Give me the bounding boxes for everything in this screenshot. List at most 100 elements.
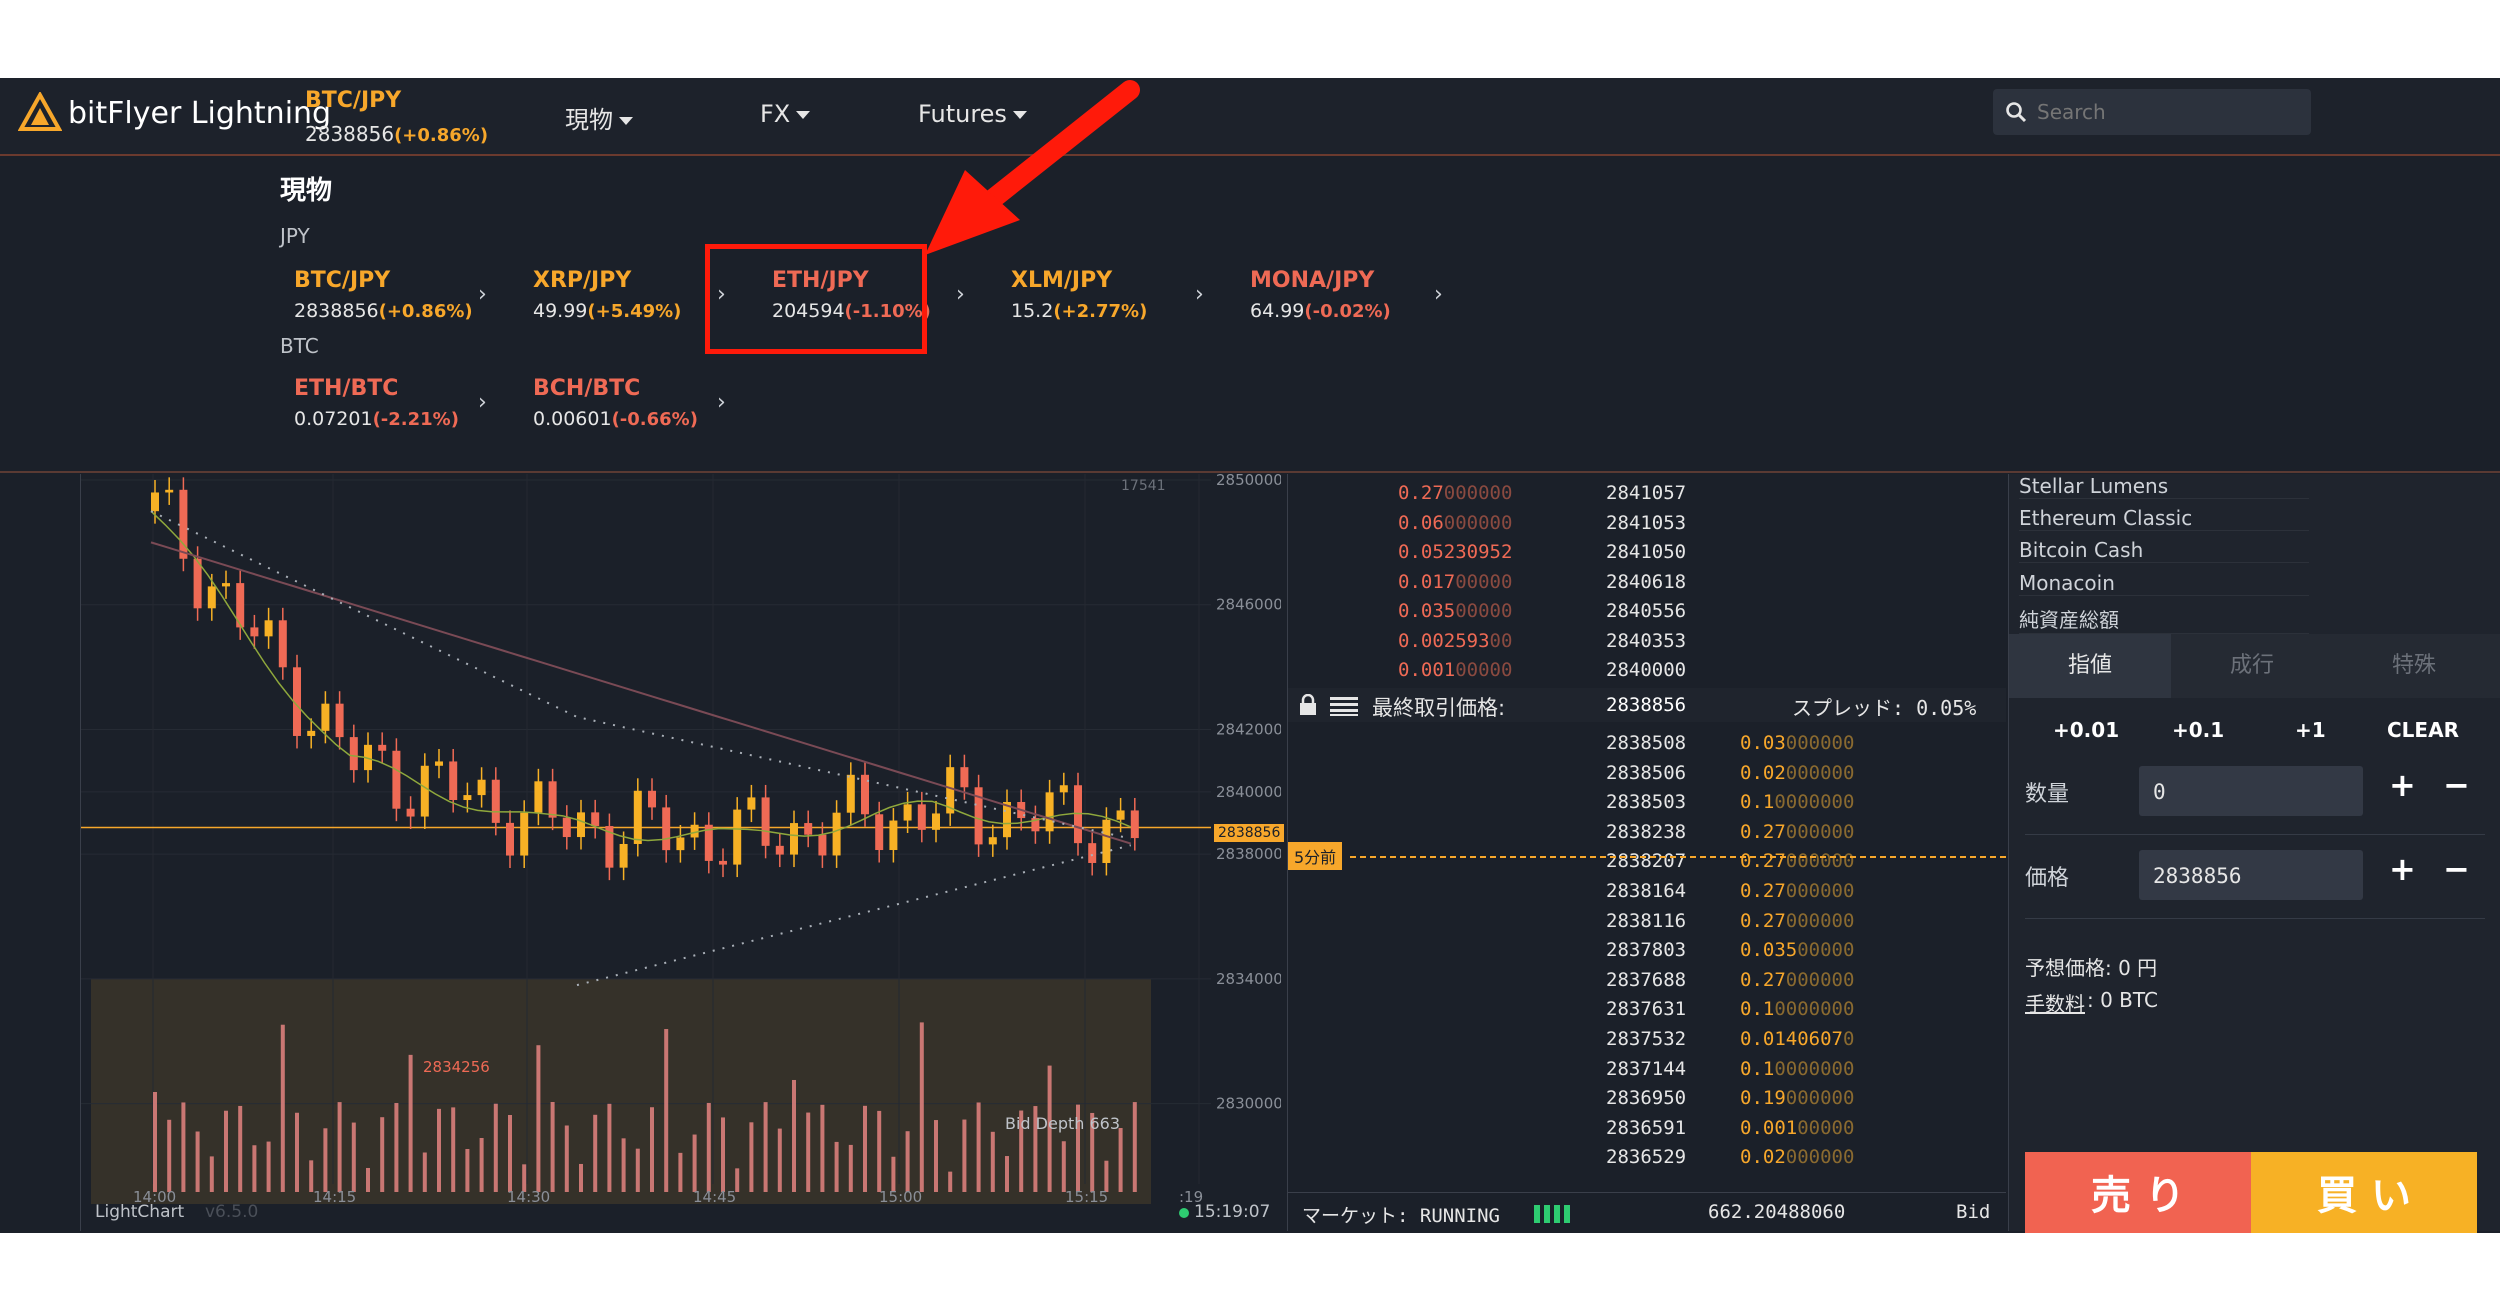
candle-body [804, 823, 813, 835]
ask-row[interactable]: 0.00259300 2840353 [1288, 630, 2006, 658]
ask-row[interactable]: 0.00100000 2840000 [1288, 659, 2006, 687]
signal-bars-icon [1534, 1205, 1570, 1223]
increment-01-button[interactable]: +0.1 [2172, 718, 2224, 742]
bitflyer-logo-icon[interactable] [18, 92, 62, 132]
candle-body [676, 837, 685, 851]
volume-bar [564, 1125, 569, 1192]
candle-body [747, 797, 756, 810]
nav-spot[interactable]: 現物 [565, 100, 633, 135]
candle-body [775, 845, 784, 855]
volume-bar [593, 1114, 598, 1192]
asset-ethereum-classic[interactable]: Ethereum Classic [2019, 506, 2309, 531]
lock-icon[interactable] [1298, 694, 1318, 716]
market-bch-btc[interactable]: BCH/BTC 0.00601(-0.66%) › [519, 370, 749, 440]
ask-price: 2841050 [1606, 541, 1687, 563]
ask-row[interactable]: 0.01700000 2840618 [1288, 571, 2006, 599]
bid-row[interactable]: 2838207 0.27000000 [1288, 850, 2006, 878]
price-plus-button[interactable]: + [2389, 850, 2416, 888]
qty-label: 数量 [2025, 782, 2070, 807]
price-chart[interactable]: 2850000 2846000 2842000 2840000 2838000 28340… [80, 471, 1285, 1231]
price-minus-button[interactable]: − [2443, 850, 2470, 888]
ask-row[interactable]: 0.03500000 2840556 [1288, 600, 2006, 628]
volume-bar [650, 1107, 654, 1192]
bid-qty: 0.03000000 [1740, 732, 1854, 754]
bid-row[interactable]: 2837688 0.27000000 [1288, 969, 2006, 997]
buy-button[interactable]: 買 い [2251, 1152, 2477, 1233]
chart-footer-name: LightChart [95, 1202, 185, 1222]
asset-monacoin[interactable]: Monacoin [2019, 571, 2309, 596]
bid-price: 2837532 [1606, 1028, 1687, 1050]
bid-row[interactable]: 2837803 0.03500000 [1288, 939, 2006, 967]
chevron-down-icon [796, 111, 811, 119]
x-tick-label: 14:15 [313, 1188, 356, 1206]
logo-text[interactable]: bitFlyer Lightning [68, 96, 331, 131]
bid-row[interactable]: 2838508 0.03000000 [1288, 732, 2006, 760]
volume-bar [792, 1079, 796, 1192]
order-book[interactable]: 0.27000000 2841057 0.06000000 2841053 0.0523… [1287, 474, 2006, 1231]
bid-row[interactable]: 2837532 0.01406070 [1288, 1028, 2006, 1056]
candle-body [591, 812, 600, 827]
bid-qty-pad: 000000 [1785, 820, 1855, 843]
qty-field[interactable] [2139, 766, 2363, 816]
tab-market[interactable]: 成行 [2171, 634, 2333, 698]
market-eth-btc[interactable]: ETH/BTC 0.07201(-2.21%) › [280, 370, 510, 440]
bid-row[interactable]: 2837144 0.10000000 [1288, 1058, 2006, 1086]
ask-row[interactable]: 0.27000000 2841057 [1288, 482, 2006, 510]
bid-row[interactable]: 2837631 0.10000000 [1288, 998, 2006, 1026]
chevron-down-icon [619, 117, 633, 125]
clear-button[interactable]: CLEAR [2387, 718, 2459, 742]
nav-fx[interactable]: FX [760, 100, 811, 128]
qty-input[interactable] [2151, 776, 2355, 808]
bid-row[interactable]: 2836591 0.00100000 [1288, 1117, 2006, 1145]
asset-bitcoin-cash[interactable]: Bitcoin Cash [2019, 538, 2309, 563]
tab-limit[interactable]: 指値 [2009, 634, 2171, 698]
tab-special[interactable]: 特殊 [2333, 634, 2495, 698]
ask-row[interactable]: 0.06000000 2841053 [1288, 512, 2006, 540]
asset-stellar[interactable]: Stellar Lumens [2019, 474, 2309, 499]
market-xlm-jpy[interactable]: XLM/JPY 15.2(+2.77%) › [997, 262, 1227, 332]
volume-bar [848, 1144, 853, 1192]
bid-row[interactable]: 2838503 0.10000000 [1288, 791, 2006, 819]
ask-row[interactable]: 0.05230952 2841050 [1288, 541, 2006, 569]
search-box[interactable] [1993, 89, 2311, 135]
bid-row[interactable]: 2836950 0.19000000 [1288, 1087, 2006, 1115]
bid-qty: 0.27000000 [1740, 880, 1854, 902]
ask-qty-main: 0.27 [1398, 482, 1444, 504]
sell-button[interactable]: 売 り [2025, 1152, 2251, 1233]
fee-link[interactable]: 手数料 [2025, 988, 2085, 1017]
search-input[interactable] [2035, 95, 2299, 129]
increment-1-button[interactable]: +1 [2295, 718, 2326, 742]
bid-row[interactable]: 2838116 0.27000000 [1288, 910, 2006, 938]
candle-body [307, 730, 316, 736]
increment-001-button[interactable]: +0.01 [2053, 718, 2119, 742]
market-mona-jpy[interactable]: MONA/JPY 64.99(-0.02%) › [1236, 262, 1466, 332]
current-pair[interactable]: BTC/JPY [305, 88, 401, 113]
panel-divider [0, 471, 2500, 473]
market-btc-jpy[interactable]: BTC/JPY 2838856(+0.86%) › [280, 262, 510, 332]
price-field[interactable] [2139, 850, 2363, 900]
bid-price: 2837803 [1606, 939, 1687, 962]
qty-minus-button[interactable]: − [2443, 766, 2470, 804]
qty-plus-button[interactable]: + [2389, 766, 2416, 804]
ask-price: 2840618 [1606, 570, 1687, 593]
bid-row[interactable]: 2838238 0.27000000 [1288, 821, 2006, 849]
price-input[interactable] [2151, 860, 2355, 892]
chevron-right-icon: › [717, 390, 726, 415]
top-bar: bitFlyer Lightning BTC/JPY 2838856(+0.86… [0, 78, 2500, 156]
asset-total[interactable]: 純資産総額 [2019, 604, 2309, 634]
volume-bar [579, 1163, 583, 1192]
bid-qty-pad: 0000000 [1774, 1057, 1855, 1080]
bid-row[interactable]: 2838506 0.02000000 [1288, 762, 2006, 790]
volume-bar [351, 1122, 356, 1192]
order-panel: Stellar Lumens Ethereum Classic Bitcoin … [2008, 474, 2500, 1233]
volume-bar [891, 1156, 896, 1192]
annotation-highlight-box [705, 244, 927, 354]
bid-row[interactable]: 2838164 0.27000000 [1288, 880, 2006, 908]
bid-qty: 0.00100000 [1740, 1117, 1854, 1139]
volume-bar [635, 1148, 640, 1192]
bid-qty-main: 0.035 [1740, 939, 1798, 962]
ask-price: 2840000 [1606, 659, 1687, 681]
market-side: Bid [1956, 1201, 1991, 1223]
list-icon[interactable] [1330, 696, 1358, 716]
bid-row[interactable]: 2836529 0.02000000 [1288, 1146, 2006, 1174]
